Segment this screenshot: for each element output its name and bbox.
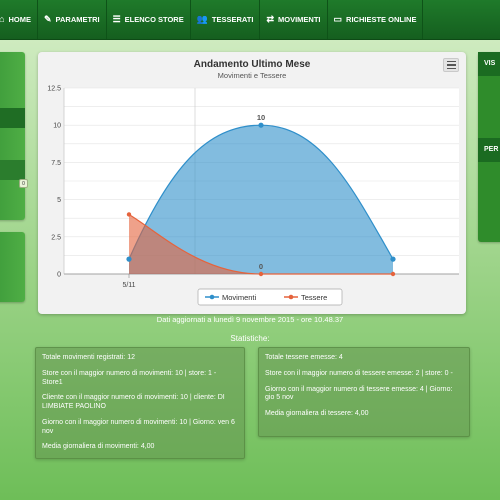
- tessere-point: [390, 271, 396, 277]
- stat-line: Media giornaliera di tessere: 4,00: [265, 410, 369, 417]
- stat-line: Cliente con il maggior numero di movimen…: [42, 394, 225, 410]
- monitor-icon: ▭: [333, 14, 343, 24]
- tessere-point: [126, 212, 132, 217]
- list-icon: ☰: [112, 14, 121, 24]
- right-widget-panel: VIS PER: [478, 52, 500, 242]
- nav-home-label: HOME: [8, 15, 32, 24]
- stat-line: Totale movimenti registrati: 12: [42, 354, 135, 361]
- stats-heading: Statistiche:: [230, 334, 270, 343]
- chart-canvas: 0 2.5 5 7.5 10 12.5 5/11 10 0 Movimenti Tessere: [47, 86, 459, 306]
- movimenti-stats-box: Totale movimenti registrati: 12 Store co…: [35, 347, 245, 459]
- hamburger-icon: [446, 60, 456, 63]
- x-tick-label: 5/11: [122, 282, 135, 289]
- legend-movimenti-marker-dot: [209, 294, 215, 300]
- data-label: 10: [257, 113, 265, 122]
- y-tick-label: 2.5: [51, 234, 61, 241]
- nav-home[interactable]: ⌂ HOME: [0, 0, 38, 39]
- legend-movimenti-label: Movimenti: [222, 293, 257, 302]
- chart-subtitle: Movimenti e Tessere: [217, 71, 287, 80]
- nav-movimenti-label: MOVIMENTI: [278, 15, 321, 24]
- tessere-stats-box: Totale tessere emesse: 4 Store con il ma…: [258, 347, 470, 437]
- home-icon: ⌂: [0, 14, 5, 24]
- stat-line: Totale tessere emesse: 4: [265, 354, 343, 361]
- data-label: 0: [259, 262, 263, 271]
- right-panel-header-2: PER: [478, 138, 500, 162]
- chart-menu-button[interactable]: [443, 58, 459, 72]
- stat-line: Giorno con il maggior numero di tessere …: [265, 385, 453, 402]
- hamburger-icon: [446, 67, 456, 70]
- y-tick-label: 0: [57, 272, 61, 279]
- transfer-icon: ⇄: [266, 14, 275, 24]
- y-tick-label: 7.5: [51, 160, 61, 167]
- nav-movimenti[interactable]: ⇄ MOVIMENTI: [260, 0, 328, 39]
- y-tick-label: 12.5: [47, 86, 61, 93]
- stat-line: Media giornaliera di movimenti: 4,00: [42, 443, 155, 451]
- nav-richieste-online[interactable]: ▭ RICHIESTE ONLINE: [328, 0, 424, 39]
- legend-tessere-label: Tessere: [301, 293, 327, 302]
- movimenti-point: [126, 256, 132, 262]
- movimenti-point: [258, 122, 264, 128]
- y-tick-label: 10: [53, 123, 61, 130]
- left-widget-panel: [0, 52, 25, 220]
- legend-tessere-marker-dot: [288, 294, 294, 300]
- left-count-badge: 0: [19, 179, 28, 188]
- users-icon: 👥: [196, 14, 208, 24]
- stat-line: Giorno con il maggior numero di moviment…: [42, 418, 235, 435]
- stat-line: Store con il maggior numero di movimenti…: [42, 369, 217, 386]
- left-panel-band: [0, 160, 25, 180]
- chart-title: Andamento Ultimo Mese: [193, 59, 311, 70]
- chart-card: 0 2.5 5 7.5 10 12.5 5/11 10 0 Movimenti Tessere An…: [38, 52, 466, 314]
- pencil-icon: ✎: [44, 14, 52, 24]
- last-updated-text: Dati aggiornati a lunedì 9 novembre 2015…: [156, 315, 344, 324]
- nav-richieste-online-label: RICHIESTE ONLINE: [346, 15, 417, 24]
- nav-tesserati[interactable]: 👥 TESSERATI: [191, 0, 261, 39]
- right-panel-header: VIS: [478, 52, 500, 76]
- nav-tesserati-label: TESSERATI: [211, 15, 254, 24]
- movimenti-point: [390, 256, 396, 262]
- stat-line: Store con il maggior numero di tessere e…: [265, 369, 453, 377]
- nav-parametri[interactable]: ✎ PARAMETRI: [38, 0, 107, 39]
- nav-elenco-store-label: ELENCO STORE: [124, 15, 184, 24]
- nav-parametri-label: PARAMETRI: [55, 15, 100, 24]
- nav-elenco-store[interactable]: ☰ ELENCO STORE: [107, 0, 191, 39]
- top-navbar: ⌂ HOME ✎ PARAMETRI ☰ ELENCO STORE 👥 TESS…: [0, 0, 500, 40]
- hamburger-icon: [446, 64, 456, 66]
- y-tick-label: 5: [57, 197, 61, 204]
- left-panel-band: [0, 108, 25, 128]
- tessere-point: [258, 271, 264, 277]
- left-widget-panel-2: [0, 232, 25, 302]
